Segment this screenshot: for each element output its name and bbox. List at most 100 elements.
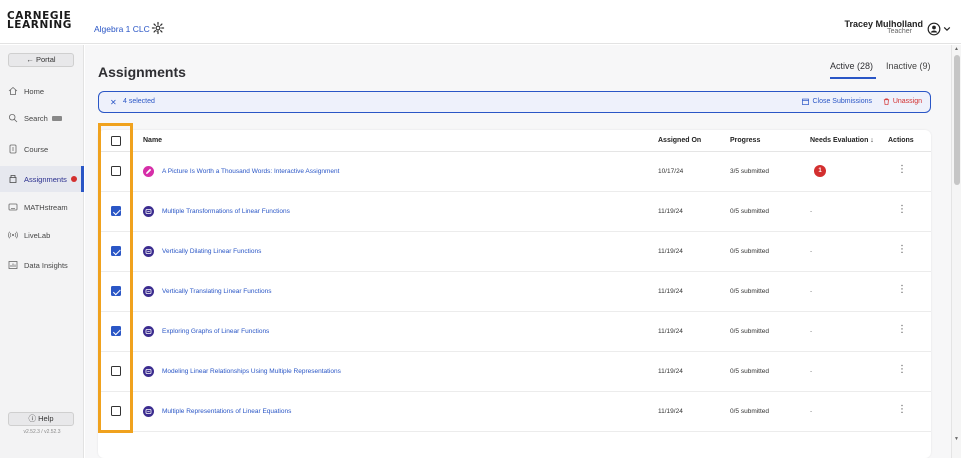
sidebar-item-label: Home — [24, 86, 45, 96]
needs-evaluation-value: - — [810, 408, 813, 415]
row-checkbox[interactable] — [111, 326, 121, 336]
lesson-icon — [143, 406, 154, 417]
scroll-up-arrow-icon[interactable]: ▲ — [954, 46, 959, 52]
more-actions-icon[interactable]: ⋮ — [897, 285, 907, 295]
progress: 0/5 submitted — [730, 248, 770, 255]
assigned-on: 11/19/24 — [658, 368, 683, 375]
course-name: Algebra 1 CLC — [94, 24, 150, 34]
column-progress[interactable]: Progress — [730, 137, 760, 144]
chevron-down-icon[interactable] — [943, 25, 951, 33]
livelab-icon — [8, 231, 18, 239]
active-tab-indicator — [830, 77, 876, 79]
progress: 0/5 submitted — [730, 368, 770, 375]
top-bar: CARNEGIE LEARNING Algebra 1 CLC ⌄ Tracey … — [0, 0, 961, 44]
needs-evaluation-value: - — [810, 208, 813, 215]
row-checkbox[interactable] — [111, 406, 121, 416]
table-row[interactable]: Vertically Translating Linear Functions … — [98, 272, 931, 312]
more-actions-icon[interactable]: ⋮ — [897, 405, 907, 415]
keyboard-shortcut-icon — [51, 115, 62, 121]
needs-evaluation-value: - — [810, 368, 813, 375]
assignment-name-link[interactable]: Vertically Translating Linear Functions — [162, 288, 271, 295]
progress: 3/5 submitted — [730, 168, 770, 175]
table-row[interactable]: Multiple Transformations of Linear Funct… — [98, 192, 931, 232]
table-row[interactable]: A Picture Is Worth a Thousand Words: Int… — [98, 152, 931, 192]
page-title: Assignments — [98, 64, 186, 80]
sidebar-item-data-insights[interactable]: Data Insights — [0, 252, 84, 278]
progress: 0/5 submitted — [730, 408, 770, 415]
table-row[interactable]: Modeling Linear Relationships Using Mult… — [98, 352, 931, 392]
progress: 0/5 submitted — [730, 208, 770, 215]
column-needs-evaluation[interactable]: Needs Evaluation ↓ — [810, 137, 874, 144]
scroll-down-arrow-icon[interactable]: ▼ — [954, 436, 959, 442]
assignment-name-link[interactable]: Multiple Transformations of Linear Funct… — [162, 208, 290, 215]
row-checkbox[interactable] — [111, 286, 121, 296]
close-submissions-button[interactable]: Close Submissions — [802, 98, 872, 105]
sidebar-item-mathstream[interactable]: MATHstream — [0, 194, 84, 220]
sidebar-item-assignments[interactable]: Assignments — [0, 166, 84, 192]
carnegie-learning-logo[interactable]: CARNEGIE LEARNING — [7, 11, 72, 31]
row-checkbox[interactable] — [111, 206, 121, 216]
more-actions-icon[interactable]: ⋮ — [897, 165, 907, 175]
logo-line-2: LEARNING — [7, 19, 72, 31]
progress: 0/5 submitted — [730, 328, 770, 335]
course-icon — [9, 144, 17, 154]
tab-inactive[interactable]: Inactive (9) — [886, 61, 931, 71]
assignment-name-link[interactable]: A Picture Is Worth a Thousand Words: Int… — [162, 168, 339, 175]
column-name[interactable]: Name — [143, 137, 162, 144]
assignments-icon — [9, 175, 17, 183]
row-checkbox[interactable] — [111, 166, 121, 176]
assigned-on: 11/19/24 — [658, 408, 683, 415]
lesson-icon — [143, 246, 154, 257]
page-scrollbar[interactable]: ▲ ▼ — [951, 45, 961, 458]
needs-evaluation-value: - — [810, 288, 813, 295]
assignment-name-link[interactable]: Modeling Linear Relationships Using Mult… — [162, 368, 341, 375]
help-button[interactable]: ⓘ Help — [8, 412, 74, 426]
more-actions-icon[interactable]: ⋮ — [897, 245, 907, 255]
assignment-name-link[interactable]: Multiple Representations of Linear Equat… — [162, 408, 291, 415]
more-actions-icon[interactable]: ⋮ — [897, 205, 907, 215]
sidebar-item-search[interactable]: Search — [0, 105, 84, 131]
home-icon — [8, 86, 18, 95]
assigned-on: 11/19/24 — [658, 248, 683, 255]
close-submissions-label: Close Submissions — [812, 98, 872, 105]
table-row[interactable]: Multiple Representations of Linear Equat… — [98, 392, 931, 432]
sidebar-item-label: MATHstream — [24, 202, 68, 212]
clear-selection-close-icon[interactable]: ✕ — [110, 98, 117, 107]
assigned-on: 11/19/24 — [658, 208, 683, 215]
sidebar-item-livelab[interactable]: LiveLab — [0, 222, 84, 248]
lesson-icon — [143, 366, 154, 377]
sidebar-item-course[interactable]: Course — [0, 136, 84, 162]
progress: 0/5 submitted — [730, 288, 770, 295]
column-assigned-on[interactable]: Assigned On — [658, 137, 701, 144]
tab-active[interactable]: Active (28) — [830, 61, 873, 71]
more-actions-icon[interactable]: ⋮ — [897, 325, 907, 335]
needs-evaluation-badge[interactable]: 1 — [814, 165, 826, 177]
notification-dot — [70, 176, 77, 182]
sidebar-item-label: Data Insights — [24, 260, 68, 270]
sidebar: ← Portal Home Search Course Assignments … — [0, 45, 84, 458]
lesson-icon — [143, 326, 154, 337]
assignment-name-link[interactable]: Vertically Dilating Linear Functions — [162, 248, 261, 255]
sidebar-item-home[interactable]: Home — [0, 78, 84, 104]
unassign-button[interactable]: Unassign — [883, 98, 922, 105]
needs-evaluation-value: - — [810, 248, 813, 255]
user-account-icon[interactable] — [927, 22, 941, 36]
assignment-name-link[interactable]: Exploring Graphs of Linear Functions — [162, 328, 269, 335]
main-content: Assignments Active (28) Inactive (9) ✕ 4… — [85, 45, 951, 458]
table-row[interactable]: Vertically Dilating Linear Functions 11/… — [98, 232, 931, 272]
scroll-thumb[interactable] — [954, 55, 960, 185]
row-checkbox[interactable] — [111, 366, 121, 376]
search-icon — [8, 113, 18, 123]
row-checkbox[interactable] — [111, 246, 121, 256]
needs-evaluation-value: - — [810, 328, 813, 335]
portal-button[interactable]: ← Portal — [8, 53, 74, 67]
selection-count: 4 selected — [123, 98, 155, 105]
table-row[interactable]: Exploring Graphs of Linear Functions 11/… — [98, 312, 931, 352]
more-actions-icon[interactable]: ⋮ — [897, 365, 907, 375]
data-insights-icon — [8, 261, 18, 269]
select-all-checkbox[interactable] — [111, 136, 121, 146]
lesson-icon — [143, 286, 154, 297]
mathstream-icon — [8, 203, 18, 211]
gear-icon[interactable] — [151, 21, 165, 35]
version-text: v2.52.3 / v2.52.3 — [23, 429, 61, 435]
